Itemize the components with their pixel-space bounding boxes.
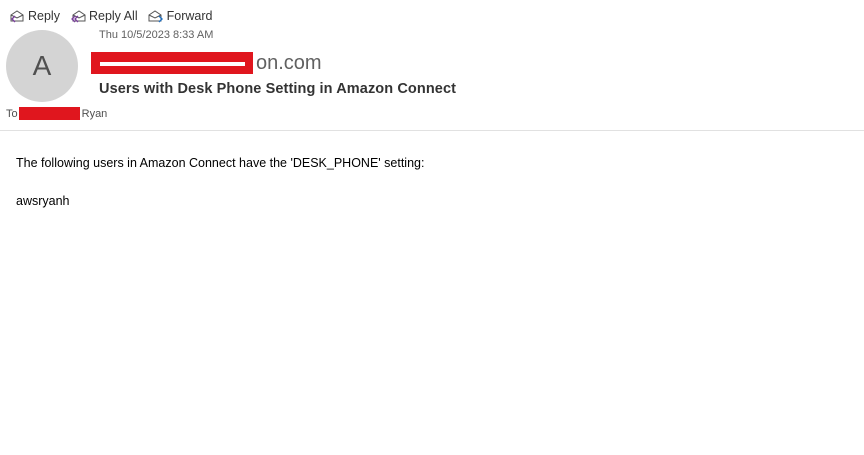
recipient-redaction (18, 107, 80, 120)
body-line-2: awsryanh (16, 194, 70, 208)
recipient-line: To Ryan (6, 106, 107, 121)
message-subject: Users with Desk Phone Setting in Amazon … (99, 81, 457, 97)
reply-label: Reply (28, 9, 60, 23)
sender-avatar[interactable]: A (6, 30, 78, 102)
body-line-1: The following users in Amazon Connect ha… (16, 156, 425, 170)
sender-address[interactable]: on.com (91, 51, 322, 75)
reply-all-icon (70, 8, 86, 24)
reply-all-label: Reply All (88, 9, 138, 23)
forward-button[interactable]: Forward (148, 8, 213, 24)
header-divider (0, 130, 864, 131)
message-body: The following users in Amazon Connect ha… (16, 155, 424, 231)
sender-redaction (91, 52, 253, 74)
forward-icon (148, 8, 164, 24)
avatar-initial: A (32, 50, 52, 81)
message-timestamp: Thu 10/5/2023 8:33 AM (99, 29, 214, 41)
recipient-name[interactable]: Ryan (82, 108, 108, 120)
forward-label: Forward (166, 9, 213, 23)
reply-icon (9, 8, 25, 24)
to-label: To (6, 107, 18, 120)
reply-button[interactable]: Reply (9, 8, 60, 24)
email-reading-pane: Reply Reply All Forward A Thu 10/5/2023 … (0, 0, 864, 455)
message-toolbar: Reply Reply All Forward (9, 6, 222, 26)
reply-all-button[interactable]: Reply All (70, 8, 138, 24)
sender-suffix: on.com (256, 51, 322, 74)
